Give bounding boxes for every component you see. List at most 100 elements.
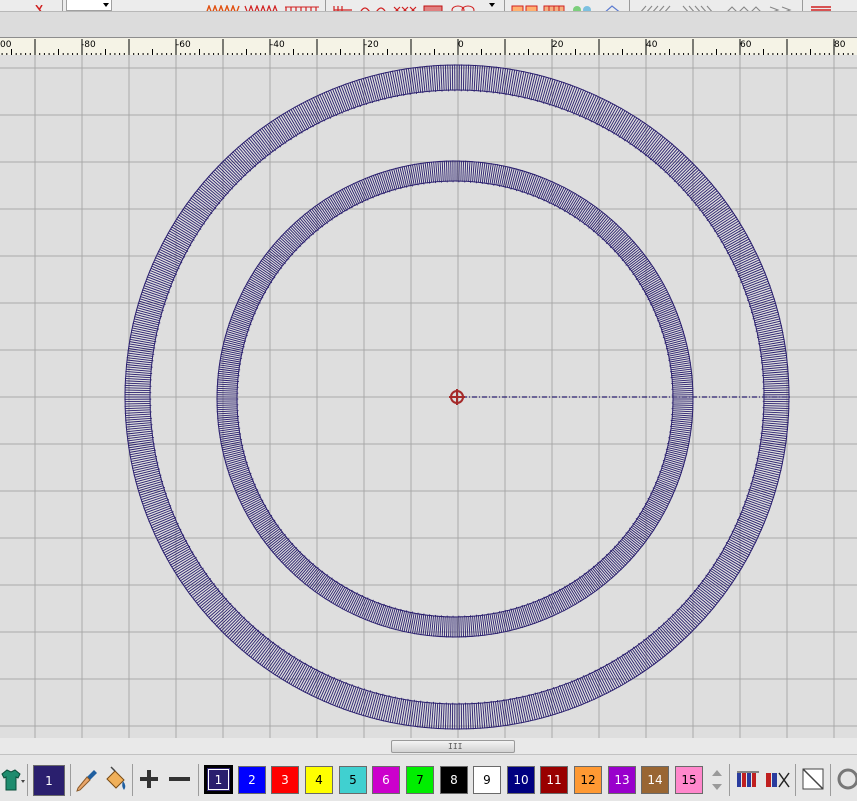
ring-edge [217,161,693,637]
satin-stitch [728,541,751,553]
edit-nodes-icon[interactable] [600,0,626,10]
satin-stitch [576,579,588,596]
grid-fill-icon[interactable] [542,0,568,10]
palette-swatch-1[interactable]: 1 [204,765,233,794]
ruler-label-edge-left: 00 [0,40,12,50]
palette-swatch-10[interactable]: 10 [507,766,535,794]
thread-swap-icon[interactable] [764,764,792,794]
fill-block-icon[interactable] [422,0,444,10]
satin-stitch [218,376,239,378]
satin-stitch [157,529,181,541]
satin-stitch [221,354,242,358]
applique-icon[interactable] [332,0,356,10]
satin-stitch [297,666,309,688]
remove-color-icon[interactable] [167,764,193,794]
wave-stitch-icon[interactable] [360,0,388,10]
stitch-satin-icon[interactable] [244,0,282,10]
hoop-icon[interactable] [835,764,857,794]
satin-stitch [441,703,442,729]
palette-swatch-14[interactable]: 14 [641,766,669,794]
satin-stitch [449,161,450,181]
palette-swatch-2[interactable]: 2 [238,766,266,794]
inner-ring-stitches[interactable] [216,160,693,637]
stitch-zigzag-icon[interactable] [205,0,241,10]
color-sort-icon[interactable] [808,0,834,10]
scrollbar-thumb[interactable]: III [391,740,515,753]
motif-icon[interactable] [450,0,478,10]
start-point-marker-icon[interactable] [449,389,465,405]
satin-stitch [515,71,520,96]
arrow-fill-icon[interactable] [768,0,798,10]
thread-chart-icon[interactable] [735,764,761,794]
palette-swatch-6[interactable]: 6 [372,766,400,794]
paint-bucket-icon[interactable] [101,764,129,794]
satin-stitch [434,703,436,729]
satin-stitch [562,84,571,109]
satin-stitch [556,687,564,712]
satin-stitch [668,446,688,450]
palette-swatch-11[interactable]: 11 [540,766,568,794]
satin-stitch [533,601,541,621]
satin-stitch [346,686,355,710]
satin-stitch [762,425,788,427]
satin-stitch [655,482,675,490]
palette-swatch-5[interactable]: 5 [339,766,367,794]
satin-stitch [551,186,560,204]
satin-stitch [408,165,412,186]
toolbar-dropdown[interactable] [66,0,112,11]
pointer-tool-icon[interactable] [34,0,50,10]
satin-stitch [406,612,410,632]
satin-stitch [730,535,753,547]
palette-swatch-15[interactable]: 15 [675,766,703,794]
satin-stitch [538,179,546,199]
embroidery-design[interactable] [0,55,857,738]
angle-stitch-icon[interactable] [681,0,721,10]
satin-stitch [264,529,280,541]
satin-stitch [395,71,400,96]
palette-swatch-12[interactable]: 12 [574,766,602,794]
satin-stitch [764,410,789,411]
satin-stitch [570,88,579,111]
satin-stitch [601,561,614,576]
wave-fill-icon[interactable] [724,0,764,10]
palette-swatch-13[interactable]: 13 [608,766,636,794]
satin-stitch [636,518,654,530]
satin-stitch [763,372,789,374]
satin-stitch [131,455,156,460]
design-canvas[interactable] [0,55,857,738]
shape-tools-icon[interactable] [511,0,539,10]
eyedropper-icon[interactable] [74,764,98,794]
stitch-run-icon[interactable] [284,0,322,10]
satin-stitch [610,552,624,566]
satin-stitch [672,407,693,408]
satin-stitch [672,413,693,414]
satin-stitch [250,510,269,521]
satin-stitch [148,275,171,284]
stitch-type-dropdown[interactable] [483,0,497,10]
current-thread-color[interactable]: 1 [33,765,65,796]
satin-stitch [164,241,187,253]
satin-stitch [746,500,770,509]
palette-swatch-8[interactable]: 8 [440,766,468,794]
palette-swatch-4[interactable]: 4 [305,766,333,794]
satin-stitch [763,388,790,389]
satin-stitch [402,70,406,95]
palette-swatch-7[interactable]: 7 [406,766,434,794]
satin-stitch [445,703,446,730]
cross-stitch-icon[interactable] [392,0,418,10]
palette-swatch-3[interactable]: 3 [271,766,299,794]
satin-stitch [222,352,242,356]
no-color-icon[interactable] [800,764,826,794]
satin-stitch [339,683,348,707]
horizontal-scrollbar[interactable]: III [0,738,857,754]
satin-stitch [217,409,237,410]
toolbar-separator [729,764,730,796]
pattern-icon[interactable] [571,0,595,10]
add-color-icon[interactable] [137,764,161,794]
satin-stitch [540,599,548,618]
palette-scroll-spinner[interactable] [708,764,726,796]
satin-stitch [318,204,330,221]
fabric-color-icon[interactable] [0,764,26,794]
gradient-stitch-icon[interactable] [637,0,677,10]
palette-swatch-9[interactable]: 9 [473,766,501,794]
